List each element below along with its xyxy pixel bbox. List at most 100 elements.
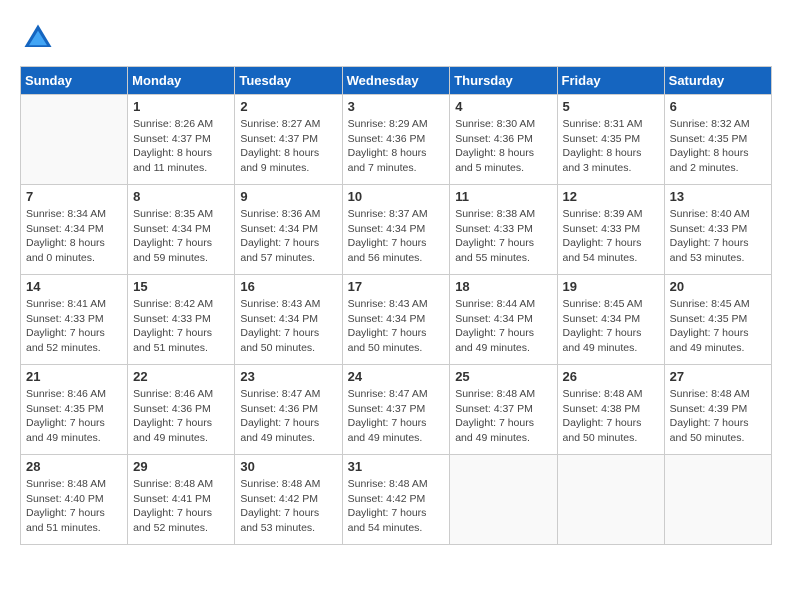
calendar-cell: 17 Sunrise: 8:43 AMSunset: 4:34 PMDayligh…	[342, 275, 450, 365]
weekday-header-monday: Monday	[128, 67, 235, 95]
day-number: 5	[563, 99, 659, 114]
day-info: Sunrise: 8:39 AMSunset: 4:33 PMDaylight:…	[563, 207, 659, 266]
day-info: Sunrise: 8:44 AMSunset: 4:34 PMDaylight:…	[455, 297, 551, 356]
day-info: Sunrise: 8:46 AMSunset: 4:35 PMDaylight:…	[26, 387, 122, 446]
calendar-week-row: 21 Sunrise: 8:46 AMSunset: 4:35 PMDayligh…	[21, 365, 772, 455]
calendar-cell: 22Sunrise: 8:46 AMSunset: 4:36 PMDayligh…	[128, 365, 235, 455]
calendar-cell: 3 Sunrise: 8:29 AMSunset: 4:36 PMDaylight…	[342, 95, 450, 185]
day-number: 19	[563, 279, 659, 294]
weekday-header-thursday: Thursday	[450, 67, 557, 95]
calendar-cell: 18Sunrise: 8:44 AMSunset: 4:34 PMDayligh…	[450, 275, 557, 365]
logo	[20, 20, 60, 56]
day-number: 26	[563, 369, 659, 384]
logo-icon	[20, 20, 56, 56]
day-number: 4	[455, 99, 551, 114]
day-info: Sunrise: 8:27 AMSunset: 4:37 PMDaylight:…	[240, 117, 336, 176]
day-info: Sunrise: 8:38 AMSunset: 4:33 PMDaylight:…	[455, 207, 551, 266]
day-info: Sunrise: 8:48 AMSunset: 4:42 PMDaylight:…	[240, 477, 336, 536]
calendar-cell: 14Sunrise: 8:41 AMSunset: 4:33 PMDayligh…	[21, 275, 128, 365]
calendar-week-row: 28 Sunrise: 8:48 AMSunset: 4:40 PMDayligh…	[21, 455, 772, 545]
calendar-week-row: 14Sunrise: 8:41 AMSunset: 4:33 PMDayligh…	[21, 275, 772, 365]
calendar-cell: 7Sunrise: 8:34 AMSunset: 4:34 PMDaylight…	[21, 185, 128, 275]
day-number: 31	[348, 459, 445, 474]
day-info: Sunrise: 8:42 AMSunset: 4:33 PMDaylight:…	[133, 297, 229, 356]
day-number: 28	[26, 459, 122, 474]
calendar-cell: 27 Sunrise: 8:48 AMSunset: 4:39 PMDayligh…	[664, 365, 771, 455]
day-info: Sunrise: 8:43 AMSunset: 4:34 PMDaylight:…	[240, 297, 336, 356]
calendar-cell: 9Sunrise: 8:36 AMSunset: 4:34 PMDaylight…	[235, 185, 342, 275]
day-number: 17	[348, 279, 445, 294]
day-info: Sunrise: 8:26 AMSunset: 4:37 PMDaylight:…	[133, 117, 229, 176]
calendar-cell: 30 Sunrise: 8:48 AMSunset: 4:42 PMDayligh…	[235, 455, 342, 545]
day-number: 13	[670, 189, 766, 204]
calendar-cell	[21, 95, 128, 185]
day-info: Sunrise: 8:30 AMSunset: 4:36 PMDaylight:…	[455, 117, 551, 176]
calendar-cell: 29 Sunrise: 8:48 AMSunset: 4:41 PMDayligh…	[128, 455, 235, 545]
day-number: 21	[26, 369, 122, 384]
day-info: Sunrise: 8:47 AMSunset: 4:37 PMDaylight:…	[348, 387, 445, 446]
calendar-cell: 25 Sunrise: 8:48 AMSunset: 4:37 PMDayligh…	[450, 365, 557, 455]
day-info: Sunrise: 8:48 AMSunset: 4:39 PMDaylight:…	[670, 387, 766, 446]
calendar-cell: 10Sunrise: 8:37 AMSunset: 4:34 PMDayligh…	[342, 185, 450, 275]
day-info: Sunrise: 8:48 AMSunset: 4:42 PMDaylight:…	[348, 477, 445, 536]
weekday-header-tuesday: Tuesday	[235, 67, 342, 95]
day-number: 25	[455, 369, 551, 384]
calendar-cell	[557, 455, 664, 545]
calendar-cell: 31 Sunrise: 8:48 AMSunset: 4:42 PMDayligh…	[342, 455, 450, 545]
day-info: Sunrise: 8:45 AMSunset: 4:35 PMDaylight:…	[670, 297, 766, 356]
day-number: 2	[240, 99, 336, 114]
day-info: Sunrise: 8:32 AMSunset: 4:35 PMDaylight:…	[670, 117, 766, 176]
weekday-header-friday: Friday	[557, 67, 664, 95]
calendar-cell: 28 Sunrise: 8:48 AMSunset: 4:40 PMDayligh…	[21, 455, 128, 545]
weekday-header-wednesday: Wednesday	[342, 67, 450, 95]
day-info: Sunrise: 8:35 AMSunset: 4:34 PMDaylight:…	[133, 207, 229, 266]
calendar-cell: 12 Sunrise: 8:39 AMSunset: 4:33 PMDayligh…	[557, 185, 664, 275]
day-info: Sunrise: 8:48 AMSunset: 4:40 PMDaylight:…	[26, 477, 122, 536]
day-number: 30	[240, 459, 336, 474]
day-number: 8	[133, 189, 229, 204]
day-info: Sunrise: 8:29 AMSunset: 4:36 PMDaylight:…	[348, 117, 445, 176]
day-number: 24	[348, 369, 445, 384]
day-number: 23	[240, 369, 336, 384]
day-number: 12	[563, 189, 659, 204]
calendar-table: SundayMondayTuesdayWednesdayThursdayFrid…	[20, 66, 772, 545]
day-info: Sunrise: 8:34 AMSunset: 4:34 PMDaylight:…	[26, 207, 122, 266]
day-number: 3	[348, 99, 445, 114]
weekday-header-sunday: Sunday	[21, 67, 128, 95]
calendar-header-row: SundayMondayTuesdayWednesdayThursdayFrid…	[21, 67, 772, 95]
day-number: 11	[455, 189, 551, 204]
day-number: 10	[348, 189, 445, 204]
day-info: Sunrise: 8:48 AMSunset: 4:37 PMDaylight:…	[455, 387, 551, 446]
day-info: Sunrise: 8:40 AMSunset: 4:33 PMDaylight:…	[670, 207, 766, 266]
weekday-header-saturday: Saturday	[664, 67, 771, 95]
calendar-cell: 1Sunrise: 8:26 AMSunset: 4:37 PMDaylight…	[128, 95, 235, 185]
day-number: 29	[133, 459, 229, 474]
calendar-cell	[450, 455, 557, 545]
day-info: Sunrise: 8:41 AMSunset: 4:33 PMDaylight:…	[26, 297, 122, 356]
day-info: Sunrise: 8:48 AMSunset: 4:38 PMDaylight:…	[563, 387, 659, 446]
day-info: Sunrise: 8:31 AMSunset: 4:35 PMDaylight:…	[563, 117, 659, 176]
day-info: Sunrise: 8:48 AMSunset: 4:41 PMDaylight:…	[133, 477, 229, 536]
calendar-cell: 8 Sunrise: 8:35 AMSunset: 4:34 PMDaylight…	[128, 185, 235, 275]
day-info: Sunrise: 8:36 AMSunset: 4:34 PMDaylight:…	[240, 207, 336, 266]
day-number: 22	[133, 369, 229, 384]
calendar-week-row: 7Sunrise: 8:34 AMSunset: 4:34 PMDaylight…	[21, 185, 772, 275]
calendar-cell: 4 Sunrise: 8:30 AMSunset: 4:36 PMDaylight…	[450, 95, 557, 185]
calendar-cell: 19 Sunrise: 8:45 AMSunset: 4:34 PMDayligh…	[557, 275, 664, 365]
day-info: Sunrise: 8:43 AMSunset: 4:34 PMDaylight:…	[348, 297, 445, 356]
day-number: 15	[133, 279, 229, 294]
day-number: 16	[240, 279, 336, 294]
page-header	[20, 20, 772, 56]
calendar-cell: 5 Sunrise: 8:31 AMSunset: 4:35 PMDaylight…	[557, 95, 664, 185]
calendar-cell: 16 Sunrise: 8:43 AMSunset: 4:34 PMDayligh…	[235, 275, 342, 365]
calendar-cell	[664, 455, 771, 545]
day-number: 6	[670, 99, 766, 114]
day-number: 27	[670, 369, 766, 384]
calendar-cell: 24 Sunrise: 8:47 AMSunset: 4:37 PMDayligh…	[342, 365, 450, 455]
calendar-cell: 21 Sunrise: 8:46 AMSunset: 4:35 PMDayligh…	[21, 365, 128, 455]
day-info: Sunrise: 8:45 AMSunset: 4:34 PMDaylight:…	[563, 297, 659, 356]
calendar-cell: 26 Sunrise: 8:48 AMSunset: 4:38 PMDayligh…	[557, 365, 664, 455]
calendar-cell: 20Sunrise: 8:45 AMSunset: 4:35 PMDayligh…	[664, 275, 771, 365]
calendar-cell: 13 Sunrise: 8:40 AMSunset: 4:33 PMDayligh…	[664, 185, 771, 275]
calendar-week-row: 1Sunrise: 8:26 AMSunset: 4:37 PMDaylight…	[21, 95, 772, 185]
